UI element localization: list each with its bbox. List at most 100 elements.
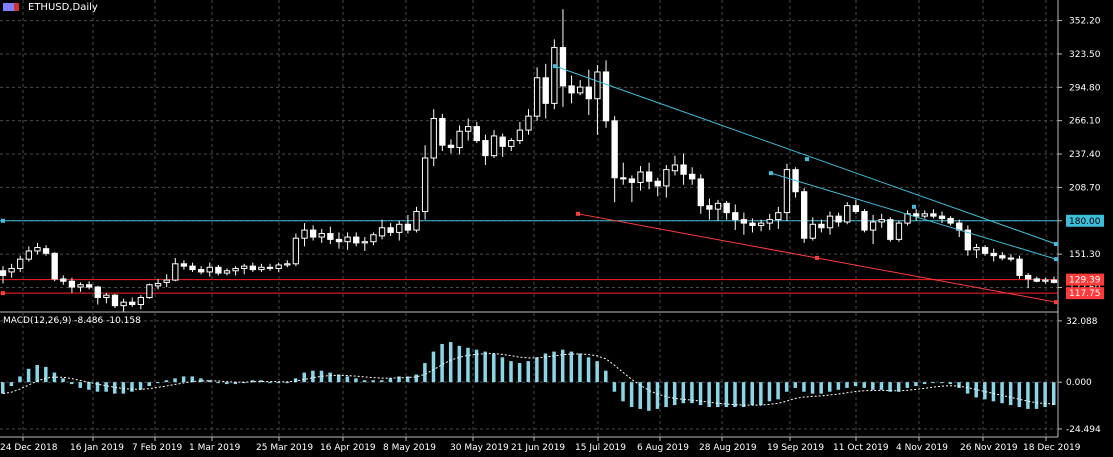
candle-body: [516, 129, 524, 142]
macd-bar: [121, 382, 126, 394]
macd-bar: [181, 376, 186, 383]
macd-bar: [871, 382, 875, 390]
macd-bar: [750, 382, 754, 406]
price-tick-label: 266.10: [1069, 117, 1101, 127]
macd-bar: [647, 382, 651, 411]
candle-body: [77, 284, 84, 288]
trendline-anchor[interactable]: [1054, 242, 1058, 247]
level-anchor[interactable]: [1, 218, 5, 223]
candle-body: [551, 47, 558, 104]
date-tick-label: 1 Mar 2019: [189, 443, 241, 453]
macd-bar: [759, 382, 763, 406]
candle-body: [353, 236, 360, 244]
macd-bar: [535, 357, 539, 383]
macd-bar: [130, 382, 134, 392]
candle-body: [999, 255, 1006, 259]
macd-bar: [345, 376, 350, 383]
macd-bar: [526, 361, 530, 383]
macd-bar: [922, 382, 927, 385]
price-level-tag-label: 180.00: [1069, 217, 1101, 227]
candle-body: [671, 164, 679, 172]
candle-body: [0, 270, 7, 276]
candle-body: [620, 177, 627, 180]
candle-body: [723, 202, 730, 214]
macd-bar: [767, 382, 772, 402]
macd-tick-label: 0.000: [1066, 378, 1092, 388]
date-tick-label: 4 Nov 2019: [896, 443, 948, 453]
level-anchor[interactable]: [1, 291, 5, 296]
trendline-anchor[interactable]: [769, 171, 773, 176]
macd-bar: [431, 351, 436, 383]
macd-bar: [173, 378, 177, 383]
macd-bar: [26, 368, 31, 383]
candle-body: [103, 294, 110, 299]
candle-body: [585, 86, 592, 100]
chart-canvas[interactable]: 352.20 323.50 294.80 266.10 237.40 208.70 180.…: [0, 0, 1113, 457]
candle-body: [990, 252, 997, 257]
candle-body: [447, 144, 455, 149]
trendline-anchor[interactable]: [912, 204, 916, 209]
candle-body: [749, 222, 756, 226]
candle-body: [215, 266, 222, 274]
macd-bar: [268, 382, 272, 384]
macd-tick-label: 32.088: [1066, 317, 1098, 327]
date-tick-label: 15 Jul 2019: [575, 443, 626, 453]
candle-body: [318, 233, 325, 238]
macd-bar: [836, 382, 841, 390]
candle-body: [309, 229, 317, 238]
candle-body: [559, 47, 567, 87]
macd-bar: [371, 380, 375, 383]
trendline-anchor[interactable]: [805, 157, 809, 162]
candle-body: [8, 267, 15, 273]
trendline-anchor[interactable]: [1054, 257, 1058, 262]
date-tick-label: 30 May 2019: [450, 443, 509, 453]
candle-body: [490, 135, 498, 157]
macd-bar: [104, 382, 108, 392]
candle-body: [706, 205, 713, 210]
macd-bar: [500, 357, 505, 383]
candle-body: [757, 222, 765, 226]
macd-bar: [595, 361, 599, 383]
macd-bar: [164, 380, 169, 383]
trendline-mid[interactable]: [770, 172, 1057, 260]
macd-bar: [216, 382, 220, 384]
candle-body: [404, 223, 412, 231]
currency-flag-icon: [3, 3, 14, 11]
candle-body: [396, 223, 403, 233]
candle-body: [689, 173, 696, 180]
macd-bar: [578, 353, 582, 383]
trendline-anchor[interactable]: [576, 211, 580, 216]
date-tick-label: 18 Dec 2019: [1023, 443, 1081, 453]
macd-bar: [672, 382, 677, 406]
macd-bar: [612, 382, 617, 392]
macd-bar: [423, 363, 427, 383]
candle-body: [981, 247, 989, 254]
candle-body: [611, 120, 618, 179]
candle-body: [85, 284, 93, 288]
macd-bar: [285, 382, 289, 384]
trendline-anchor[interactable]: [553, 64, 557, 69]
date-tick-label: 19 Sep 2019: [767, 443, 824, 453]
candle-body: [525, 115, 532, 131]
candle-body: [1042, 279, 1049, 282]
candle-body: [154, 283, 162, 287]
trendlines[interactable]: [553, 64, 1058, 305]
candle-body: [120, 301, 127, 307]
macd-bar: [655, 382, 660, 409]
candle-body: [628, 178, 636, 183]
candle-body: [335, 238, 343, 243]
macd-bar: [138, 382, 143, 390]
macd-bar: [793, 382, 798, 388]
date-tick-label: 11 Oct 2019: [833, 443, 889, 453]
trendline-anchor[interactable]: [1054, 300, 1058, 305]
macd-bar: [776, 382, 780, 400]
macd-bar: [1034, 382, 1039, 409]
macd-name: MACD(12,26,9): [3, 316, 72, 326]
candle-body: [378, 227, 386, 237]
trendline-anchor[interactable]: [815, 255, 819, 260]
candle-body: [482, 140, 489, 157]
currency-flag-icon: [14, 3, 19, 11]
macd-bar: [311, 370, 315, 383]
candle-body: [887, 219, 894, 240]
candle-body: [938, 215, 946, 219]
